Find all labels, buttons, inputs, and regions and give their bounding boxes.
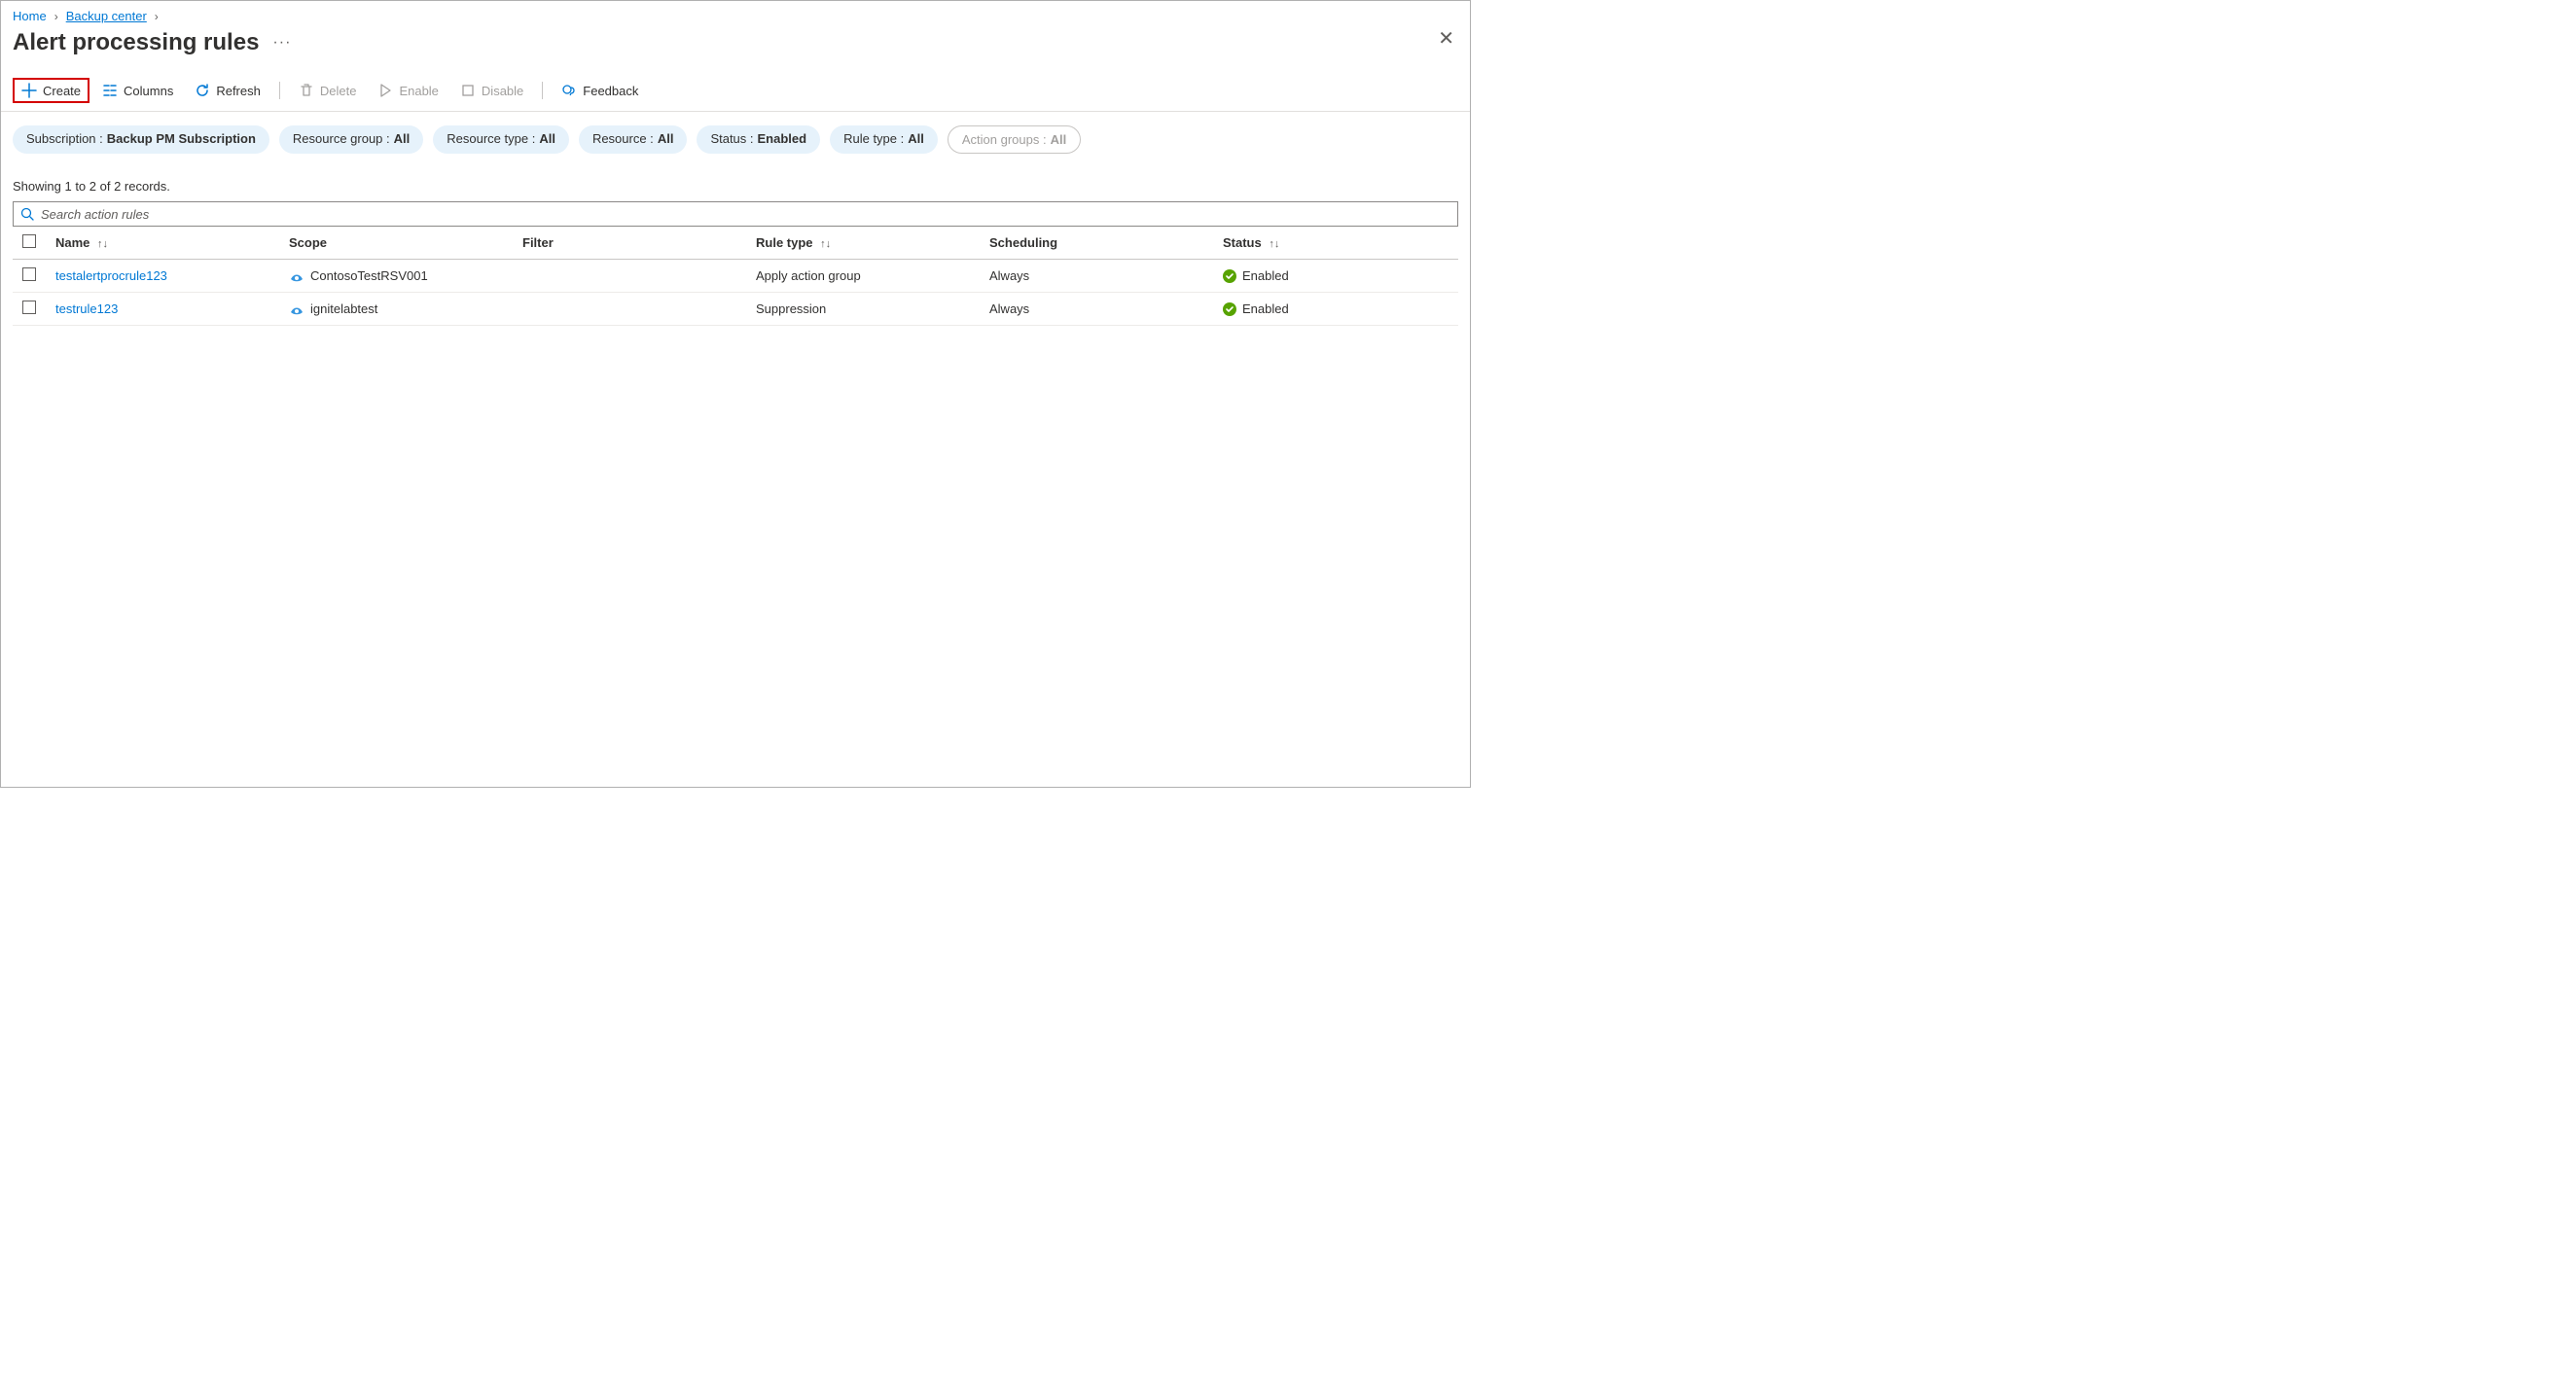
rule-name-link[interactable]: testalertprocrule123 bbox=[55, 268, 167, 283]
filter-resource-type-label: Resource type : bbox=[447, 131, 535, 146]
column-header-scope[interactable]: Scope bbox=[279, 227, 513, 260]
toolbar-divider bbox=[542, 82, 543, 99]
filter-rule-type-value: All bbox=[908, 131, 924, 146]
stop-icon bbox=[460, 83, 476, 98]
status-text: Enabled bbox=[1242, 268, 1289, 283]
column-header-name[interactable]: Name ↑↓ bbox=[46, 227, 279, 260]
scheduling-cell: Always bbox=[980, 293, 1213, 326]
check-circle-icon bbox=[1223, 302, 1236, 316]
search-bar[interactable] bbox=[13, 201, 1458, 227]
filter-status[interactable]: Status : Enabled bbox=[697, 125, 820, 154]
column-header-status-label: Status bbox=[1223, 235, 1262, 250]
filter-status-value: Enabled bbox=[758, 131, 807, 146]
rule-type-cell: Suppression bbox=[746, 293, 980, 326]
column-header-name-label: Name bbox=[55, 235, 89, 250]
breadcrumb: Home › Backup center › bbox=[1, 1, 1470, 25]
filter-subscription[interactable]: Subscription : Backup PM Subscription bbox=[13, 125, 269, 154]
status-text: Enabled bbox=[1242, 301, 1289, 316]
column-header-status[interactable]: Status ↑↓ bbox=[1213, 227, 1458, 260]
columns-icon bbox=[102, 83, 118, 98]
search-icon bbox=[19, 206, 35, 222]
enable-label: Enable bbox=[399, 84, 438, 98]
feedback-label: Feedback bbox=[583, 84, 638, 98]
row-checkbox[interactable] bbox=[22, 301, 36, 314]
filter-subscription-value: Backup PM Subscription bbox=[107, 131, 256, 146]
column-header-scheduling[interactable]: Scheduling bbox=[980, 227, 1213, 260]
filter-bar: Subscription : Backup PM Subscription Re… bbox=[1, 112, 1470, 159]
chevron-right-icon: › bbox=[54, 10, 58, 23]
search-input[interactable] bbox=[41, 207, 1451, 222]
columns-label: Columns bbox=[124, 84, 173, 98]
filter-resource-group-label: Resource group : bbox=[293, 131, 390, 146]
feedback-button[interactable]: Feedback bbox=[553, 78, 647, 103]
filter-resource-group-value: All bbox=[394, 131, 411, 146]
sort-icon: ↑↓ bbox=[97, 238, 108, 250]
filter-resource-group[interactable]: Resource group : All bbox=[279, 125, 423, 154]
table-row[interactable]: testrule123 ignitelabtest Suppression Al… bbox=[13, 293, 1458, 326]
column-header-rule-type[interactable]: Rule type ↑↓ bbox=[746, 227, 980, 260]
play-icon bbox=[377, 83, 393, 98]
filter-action-groups-value: All bbox=[1051, 132, 1067, 147]
select-all-checkbox[interactable] bbox=[22, 234, 36, 248]
refresh-icon bbox=[195, 83, 210, 98]
rule-name-link[interactable]: testrule123 bbox=[55, 301, 118, 316]
columns-button[interactable]: Columns bbox=[93, 78, 182, 103]
toolbar: Create Columns Refresh Delete Enable Dis… bbox=[1, 74, 1470, 112]
disable-button: Disable bbox=[451, 78, 532, 103]
sort-icon: ↑↓ bbox=[820, 238, 831, 250]
vault-icon bbox=[289, 301, 304, 317]
plus-icon bbox=[21, 83, 37, 98]
scope-text: ignitelabtest bbox=[310, 301, 377, 316]
rules-table: Name ↑↓ Scope Filter Rule type ↑↓ Schedu… bbox=[13, 227, 1458, 326]
delete-button: Delete bbox=[290, 78, 366, 103]
breadcrumb-home[interactable]: Home bbox=[13, 9, 47, 23]
page-title: Alert processing rules bbox=[13, 29, 259, 56]
filter-cell bbox=[513, 260, 746, 293]
filter-resource-value: All bbox=[658, 131, 674, 146]
toolbar-divider bbox=[279, 82, 280, 99]
filter-resource-type-value: All bbox=[539, 131, 555, 146]
filter-status-label: Status : bbox=[710, 131, 753, 146]
vault-icon bbox=[289, 268, 304, 284]
filter-resource-label: Resource : bbox=[592, 131, 654, 146]
filter-subscription-label: Subscription : bbox=[26, 131, 103, 146]
filter-rule-type[interactable]: Rule type : All bbox=[830, 125, 938, 154]
delete-label: Delete bbox=[320, 84, 357, 98]
create-button[interactable]: Create bbox=[13, 78, 89, 103]
check-circle-icon bbox=[1223, 269, 1236, 283]
table-row[interactable]: testalertprocrule123 ContosoTestRSV001 A… bbox=[13, 260, 1458, 293]
rule-type-cell: Apply action group bbox=[746, 260, 980, 293]
filter-rule-type-label: Rule type : bbox=[843, 131, 904, 146]
filter-action-groups-label: Action groups : bbox=[962, 132, 1047, 147]
more-icon[interactable]: ··· bbox=[272, 34, 291, 52]
column-header-filter[interactable]: Filter bbox=[513, 227, 746, 260]
close-button[interactable]: ✕ bbox=[1438, 29, 1454, 49]
chevron-right-icon: › bbox=[155, 10, 159, 23]
scope-text: ContosoTestRSV001 bbox=[310, 268, 428, 283]
filter-cell bbox=[513, 293, 746, 326]
filter-action-groups: Action groups : All bbox=[948, 125, 1081, 154]
filter-resource-type[interactable]: Resource type : All bbox=[433, 125, 569, 154]
scheduling-cell: Always bbox=[980, 260, 1213, 293]
trash-icon bbox=[299, 83, 314, 98]
row-checkbox[interactable] bbox=[22, 267, 36, 281]
enable-button: Enable bbox=[369, 78, 447, 103]
sort-icon: ↑↓ bbox=[1269, 238, 1279, 250]
breadcrumb-backup-center[interactable]: Backup center bbox=[66, 9, 147, 23]
feedback-icon bbox=[561, 83, 577, 98]
column-header-rule-type-label: Rule type bbox=[756, 235, 813, 250]
refresh-button[interactable]: Refresh bbox=[186, 78, 269, 103]
refresh-label: Refresh bbox=[216, 84, 261, 98]
filter-resource[interactable]: Resource : All bbox=[579, 125, 688, 154]
title-row: Alert processing rules ··· ✕ bbox=[1, 25, 1470, 74]
create-label: Create bbox=[43, 84, 81, 98]
records-summary: Showing 1 to 2 of 2 records. bbox=[1, 159, 1470, 201]
disable-label: Disable bbox=[482, 84, 523, 98]
